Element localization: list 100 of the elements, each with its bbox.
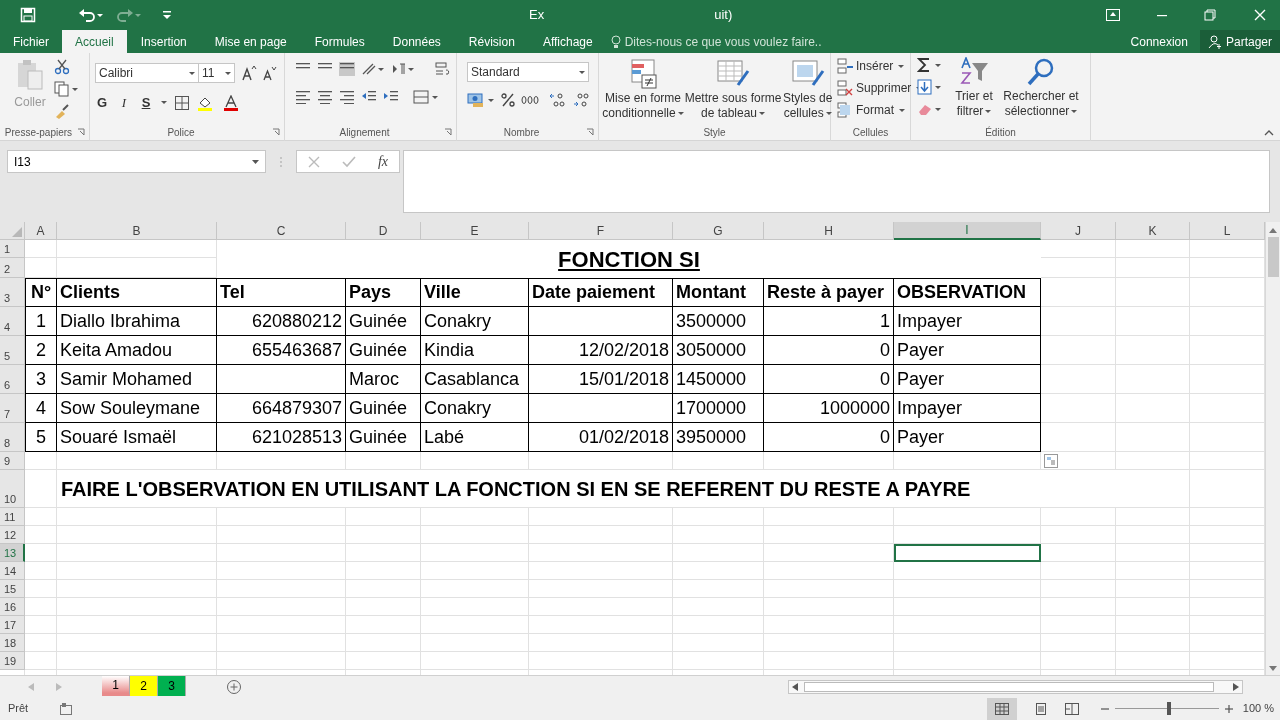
zoom-level[interactable]: 100 % <box>1242 700 1274 717</box>
align-right-icon[interactable] <box>339 90 355 104</box>
currency-icon[interactable] <box>467 92 495 108</box>
row-header[interactable]: 9 <box>0 452 25 470</box>
font-color-icon[interactable] <box>223 94 239 111</box>
bottom-align-icon[interactable] <box>339 62 355 76</box>
add-decimal-icon[interactable] <box>549 92 567 108</box>
customize-icon[interactable] <box>162 9 172 21</box>
font-size-field[interactable]: 11 <box>199 63 235 83</box>
column-header[interactable]: A <box>25 222 57 240</box>
ribbon-tab[interactable]: Mise en page <box>200 30 301 53</box>
sheet-tab[interactable]: 3 <box>158 676 186 696</box>
row-header[interactable]: 10 <box>0 470 25 508</box>
row-header[interactable]: 17 <box>0 616 25 634</box>
format-as-table-button[interactable]: Mettre sous forme de tableau <box>685 59 781 121</box>
column-header[interactable]: E <box>421 222 529 240</box>
normal-view-icon[interactable] <box>986 697 1017 720</box>
save-icon[interactable] <box>20 7 36 23</box>
shrink-font-icon[interactable] <box>261 65 277 81</box>
column-header[interactable]: I <box>894 222 1041 240</box>
conditional-format-button[interactable]: Mise en forme conditionnelle <box>603 59 683 121</box>
column-header[interactable]: K <box>1116 222 1190 240</box>
close-icon[interactable] <box>1254 9 1266 21</box>
row-header[interactable]: 3 <box>0 278 25 307</box>
ribbon-tab[interactable]: Données <box>378 30 455 53</box>
column-header[interactable]: J <box>1041 222 1116 240</box>
row-header[interactable]: 18 <box>0 634 25 652</box>
quick-analysis-icon[interactable] <box>1044 454 1058 468</box>
dialog-launcher-icon[interactable] <box>444 128 452 136</box>
row-header[interactable]: 13 <box>0 544 25 562</box>
column-header[interactable]: F <box>529 222 673 240</box>
add-sheet-icon[interactable] <box>226 678 242 695</box>
name-box[interactable]: I13 <box>7 150 266 173</box>
underline-button[interactable]: S <box>139 93 153 113</box>
thousands-icon[interactable] <box>521 95 539 105</box>
row-header[interactable]: 2 <box>0 258 25 278</box>
vertical-scrollbar[interactable] <box>1265 222 1280 675</box>
share-button[interactable]: Partager <box>1199 30 1280 53</box>
font-name-field[interactable]: Calibri <box>95 63 199 83</box>
scroll-right-icon[interactable] <box>1233 682 1239 691</box>
ribbon-tab[interactable]: Accueil <box>62 30 127 53</box>
italic-button[interactable]: I <box>117 93 131 113</box>
wrap-text-icon[interactable] <box>435 61 451 77</box>
grow-font-icon[interactable] <box>241 65 257 81</box>
row-header[interactable]: 12 <box>0 526 25 544</box>
row-header[interactable]: 19 <box>0 652 25 670</box>
cells-format-button[interactable]: Format <box>837 101 910 119</box>
macro-record-icon[interactable] <box>60 702 73 715</box>
ribbon-tab[interactable]: Formules <box>300 30 379 53</box>
sheet-tab[interactable]: 2 <box>130 676 158 696</box>
bold-button[interactable]: G <box>95 93 109 113</box>
zoom-slider-thumb[interactable] <box>1166 702 1171 715</box>
page-layout-icon[interactable] <box>1034 702 1047 715</box>
column-header[interactable]: B <box>57 222 217 240</box>
sheet-tab[interactable]: 1 <box>102 676 130 696</box>
row-header[interactable]: 7 <box>0 394 25 423</box>
tell-me-field[interactable]: Dites-nous ce que vous voulez faire.. <box>624 32 822 51</box>
number-format-field[interactable]: Standard <box>467 62 589 82</box>
copy-icon[interactable] <box>54 81 78 97</box>
ribbon-tab[interactable]: Insertion <box>126 30 201 53</box>
percent-icon[interactable] <box>501 93 515 107</box>
column-header[interactable]: G <box>673 222 764 240</box>
align-center-icon[interactable] <box>317 90 333 104</box>
column-header[interactable]: H <box>764 222 894 240</box>
merge-cells-icon[interactable] <box>413 89 439 105</box>
scrollbar-thumb[interactable] <box>1267 237 1279 277</box>
column-header[interactable]: L <box>1190 222 1265 240</box>
scrollbar-thumb[interactable] <box>804 681 1214 692</box>
undo-icon[interactable] <box>78 7 104 23</box>
row-header[interactable]: 14 <box>0 562 25 580</box>
ribbon-tab[interactable]: Affichage <box>528 30 607 53</box>
row-header[interactable]: 6 <box>0 365 25 394</box>
insert-function-button[interactable]: fx <box>377 151 388 172</box>
page-break-icon[interactable] <box>1064 702 1079 715</box>
scroll-down-icon[interactable] <box>1269 666 1277 672</box>
cell-styles-button[interactable]: Styles de cellules <box>783 59 833 121</box>
row-header[interactable]: 15 <box>0 580 25 598</box>
row-header[interactable]: 16 <box>0 598 25 616</box>
column-header[interactable]: C <box>217 222 346 240</box>
cells-delete-button[interactable]: Supprimer <box>837 79 910 97</box>
dropdown-arrow-icon[interactable] <box>161 101 167 105</box>
dialog-launcher-icon[interactable] <box>272 128 280 136</box>
borders-icon[interactable] <box>175 95 189 110</box>
ribbon-display-icon[interactable] <box>1106 9 1120 21</box>
orientation-icon[interactable] <box>361 62 385 76</box>
sign-in-link[interactable]: Connexion <box>1130 32 1188 51</box>
text-direction-icon[interactable] <box>391 62 415 76</box>
row-header[interactable]: 5 <box>0 336 25 365</box>
row-header[interactable]: 8 <box>0 423 25 452</box>
dialog-launcher-icon[interactable] <box>77 128 85 136</box>
ribbon-tab[interactable]: Révision <box>454 30 529 53</box>
row-header[interactable]: 11 <box>0 508 25 526</box>
dialog-launcher-icon[interactable] <box>586 128 594 136</box>
restore-icon[interactable] <box>1204 9 1216 21</box>
row-header[interactable]: 4 <box>0 307 25 336</box>
selected-cell[interactable] <box>894 544 1041 562</box>
remove-decimal-icon[interactable] <box>573 92 591 108</box>
zoom-in-icon[interactable] <box>1224 704 1233 713</box>
align-left-icon[interactable] <box>295 90 311 104</box>
sort-filter-button[interactable]: Trier et filtrer <box>949 57 999 119</box>
